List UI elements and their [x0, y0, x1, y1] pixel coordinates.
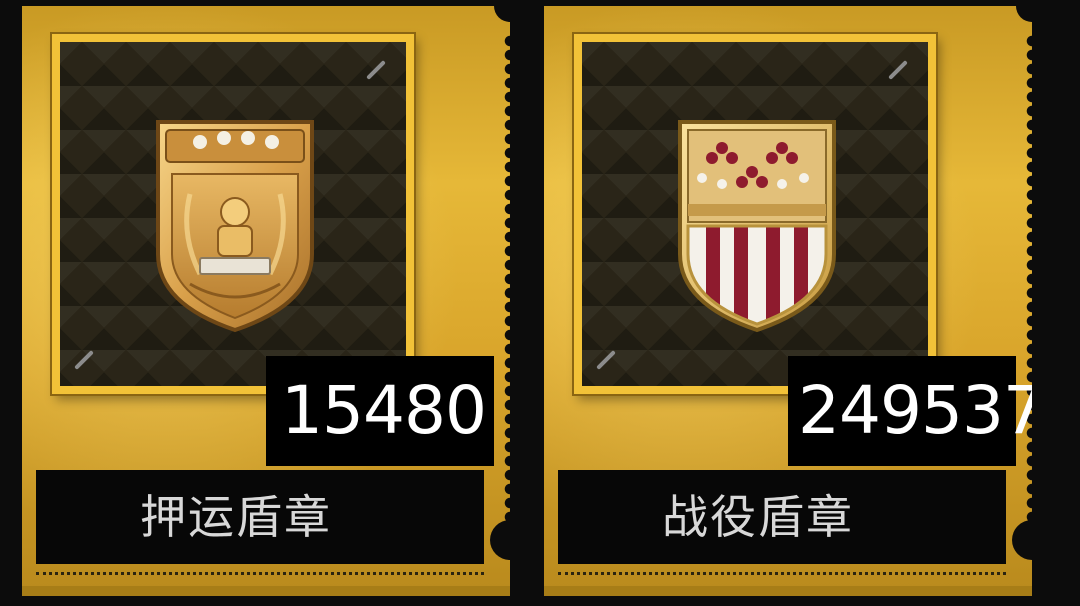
- frame-glint: [888, 60, 908, 80]
- ticket-perforation: [1025, 34, 1032, 536]
- frame-glint: [366, 60, 386, 80]
- frame-glint: [74, 350, 94, 370]
- shield-medal-inventory: 15480 押运盾章 249537 战役盾章: [0, 0, 1080, 606]
- ticket-perforation: [503, 34, 510, 536]
- medal-card-escort[interactable]: 15480 押运盾章: [22, 6, 510, 596]
- medal-card-campaign[interactable]: 249537 战役盾章: [544, 6, 1032, 596]
- medal-name: 战役盾章: [662, 490, 854, 544]
- medal-name-bar: 押运盾章: [36, 470, 484, 564]
- ticket-dotted-line: [558, 572, 1006, 575]
- medal-frame: [574, 34, 936, 394]
- ticket-notch: [1012, 520, 1032, 560]
- ticket-notch: [1016, 6, 1032, 22]
- ticket-base-strip: [22, 586, 510, 596]
- ticket-dotted-line: [36, 572, 484, 575]
- escort-shield-icon: [156, 120, 314, 333]
- medal-count: 15480: [266, 356, 494, 466]
- ticket-notch: [490, 520, 510, 560]
- ticket-base-strip: [544, 586, 1032, 596]
- campaign-shield-icon: [678, 120, 836, 333]
- frame-glint: [596, 350, 616, 370]
- medal-name-bar: 战役盾章: [558, 470, 1006, 564]
- medal-count: 249537: [788, 356, 1032, 466]
- medal-frame: [52, 34, 414, 394]
- medal-name: 押运盾章: [140, 490, 332, 544]
- ticket-notch: [494, 6, 510, 22]
